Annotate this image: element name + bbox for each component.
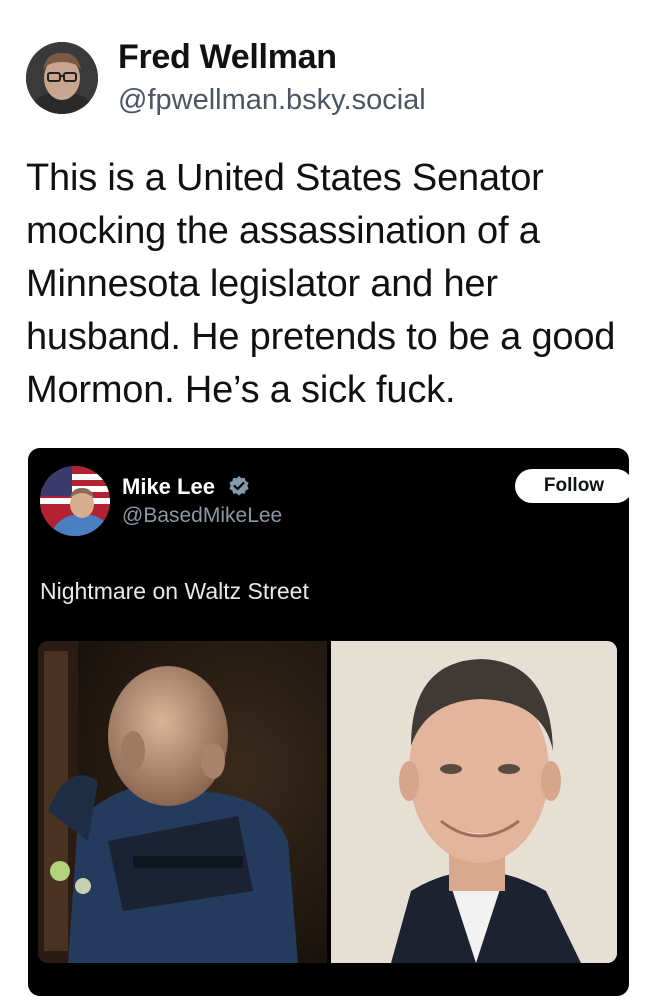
embed-text: Nightmare on Waltz Street	[40, 578, 309, 604]
embed-image-masked-figure[interactable]	[38, 641, 327, 963]
verified-badge-icon	[229, 476, 249, 496]
post-header: Fred Wellman @fpwellman.bsky.social	[26, 38, 626, 118]
embed-author-handle[interactable]: @BasedMikeLee	[122, 504, 282, 528]
embed-author-name[interactable]: Mike Lee	[122, 474, 215, 500]
embed-image-portrait[interactable]	[331, 641, 617, 963]
follow-button[interactable]: Follow	[515, 469, 629, 503]
embedded-post[interactable]: Mike Lee @BasedMikeLee Follow Nightmare …	[28, 448, 629, 996]
author-avatar[interactable]	[26, 42, 98, 114]
author-handle[interactable]: @fpwellman.bsky.social	[118, 84, 426, 117]
post-text: This is a United States Senator mocking …	[26, 157, 616, 411]
embed-author-avatar[interactable]	[40, 466, 110, 536]
author-name[interactable]: Fred Wellman	[118, 38, 337, 77]
